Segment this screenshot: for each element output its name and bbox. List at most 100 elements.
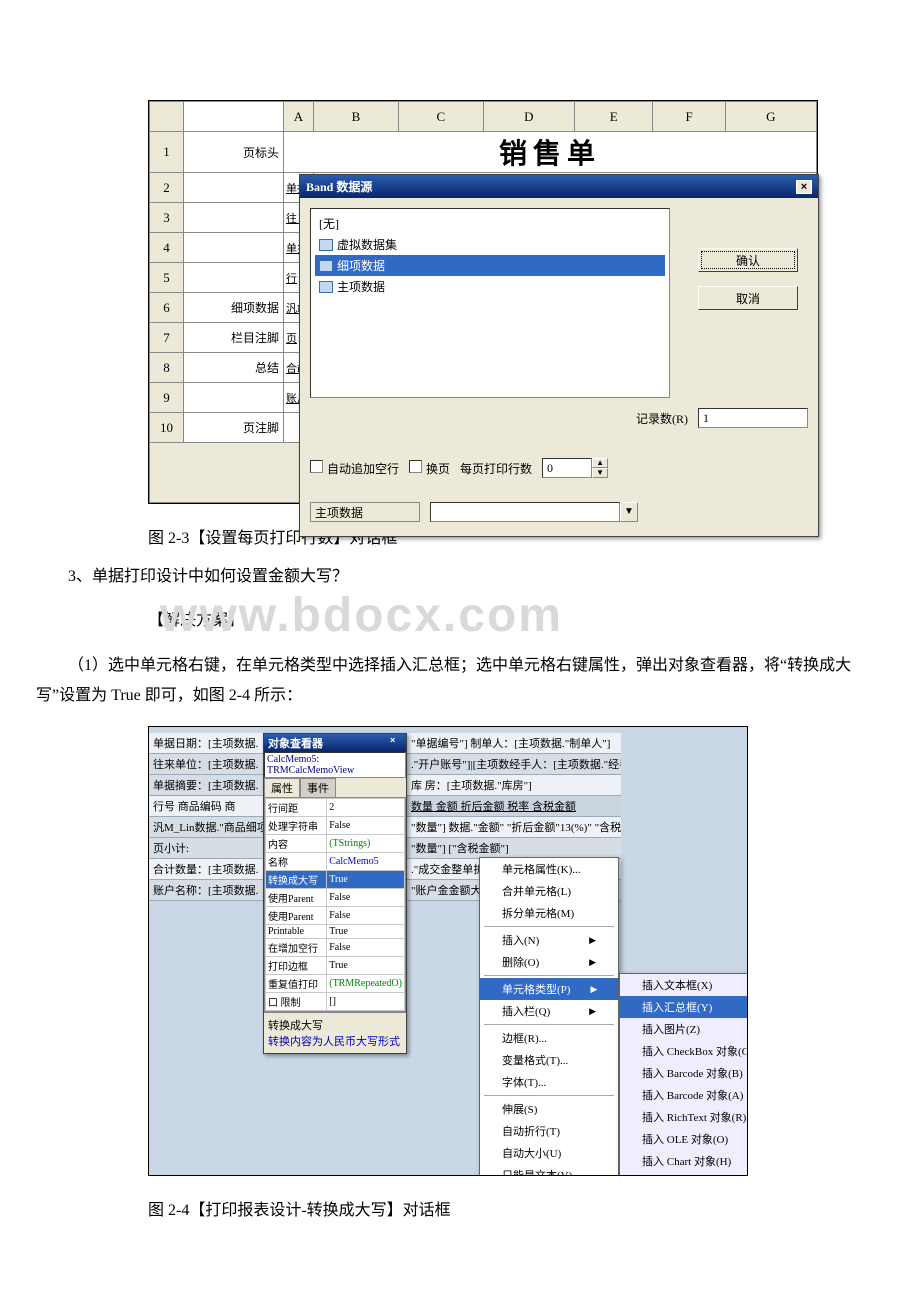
menu-item[interactable]: 插入 Barcode 对象(B) [620,1062,748,1084]
row-label [184,383,284,413]
menu-item[interactable]: 插入图片(Z) [620,1018,748,1040]
menu-item[interactable]: 插入 RichText 对象(R) [620,1106,748,1128]
inspector-object-selector[interactable]: CalcMemo5: TRMCalcMemoView [264,752,406,778]
menu-item[interactable]: 插入 OLE 对象(O) [620,1128,748,1150]
menu-item[interactable]: 伸展(S) [480,1098,618,1120]
menu-item[interactable]: 自动大小(U) [480,1142,618,1164]
designer-row[interactable]: "数量"] ["含税金额"] [407,838,621,859]
designer-row[interactable]: ."开户账号"]|[主项数经手人：[主项数据."经手人"] [407,754,621,775]
row-label: 页注脚 [184,413,284,443]
grid-corner2 [184,102,284,132]
prop-value[interactable]: False [327,816,405,834]
prop-name[interactable]: 使用Parent [266,906,327,924]
prop-name[interactable]: Printable [266,924,327,938]
list-item: [无] [315,213,665,234]
list-item-label[interactable]: 细项数据 [337,257,385,274]
prop-value[interactable]: (TRMRepeatedO) [327,974,405,992]
col-C[interactable]: C [398,102,483,132]
menu-item[interactable]: 插入 Barcode 对象(A) [620,1084,748,1106]
master-data-input[interactable] [430,502,620,522]
prop-value[interactable]: (TStrings) [327,834,405,852]
datasource-listbox[interactable]: [无] 虚拟数据集 细项数据 主项数据 [310,208,670,398]
spin-up-icon[interactable]: ▲ [592,458,608,468]
cell-type-submenu[interactable]: 插入文本框(X)插入汇总框(Y)插入图片(Z)插入 CheckBox 对象(C)… [619,973,748,1176]
menu-item[interactable]: 只能是文本(V) [480,1164,618,1176]
auto-blank-checkbox[interactable]: 自动追加空行 [310,460,399,477]
prop-value[interactable]: CalcMemo5 [327,852,405,870]
menu-item[interactable]: 拆分单元格(M) [480,902,618,924]
menu-item[interactable]: 插入 Chart 对象(H) [620,1150,748,1172]
menu-item[interactable]: 插入 DB Chart(D) [620,1172,748,1176]
prop-value[interactable]: [] [327,992,405,1010]
menu-item[interactable]: 插入(N) [480,929,618,951]
list-item-label[interactable]: 虚拟数据集 [337,236,397,253]
designer-row[interactable]: "数量"] 数据."金额" "折后金额"13(%)" "含税金额"] [407,817,621,838]
row-label [184,263,284,293]
dataset-icon [319,260,333,272]
menu-item[interactable]: 字体(T)... [480,1071,618,1093]
spin-down-icon[interactable]: ▼ [592,468,608,478]
menu-item[interactable]: 删除(O) [480,951,618,973]
page-break-checkbox[interactable]: 换页 [409,460,450,477]
tab-events[interactable]: 事件 [300,778,336,797]
master-data-label: 主项数据 [310,502,420,522]
list-item: 主项数据 [315,276,665,297]
col-B[interactable]: B [314,102,399,132]
prop-value[interactable]: False [327,888,405,906]
prop-name[interactable]: 名称 [266,852,327,870]
menu-item[interactable]: 合并单元格(L) [480,880,618,902]
tab-properties[interactable]: 属性 [264,778,300,797]
prop-name[interactable]: 使用Parent [266,888,327,906]
designer-row[interactable]: "单据编号"] 制单人：[主项数据."制单人"] [407,733,621,754]
cancel-button[interactable]: 取消 [698,286,798,310]
designer-row[interactable]: 库 房：[主项数据."库房"] [407,775,621,796]
prop-value[interactable]: True [327,924,405,938]
prop-name[interactable]: 在增加空行 [266,938,327,956]
menu-item[interactable]: 插入汇总框(Y) [620,996,748,1018]
prop-name[interactable]: 内容 [266,834,327,852]
prop-value[interactable]: False [327,906,405,924]
col-D[interactable]: D [483,102,574,132]
menu-item[interactable]: 自动折行(T) [480,1120,618,1142]
report-designer-with-inspector: 售单 单据日期：[主项数据.往来单位：[主项数据.单据摘要：[主项数据.行号 商… [148,726,748,1176]
dataset-icon [319,281,333,293]
prop-name[interactable]: 处理字符串 [266,816,327,834]
list-item-label[interactable]: 主项数据 [337,278,385,295]
col-G[interactable]: G [725,102,816,132]
prop-name[interactable]: 打印边框 [266,956,327,974]
menu-item[interactable]: 插入 CheckBox 对象(C) [620,1040,748,1062]
menu-item[interactable]: 单元格类型(P) [480,978,618,1000]
chevron-down-icon[interactable]: ▼ [620,502,638,522]
list-item-label[interactable]: [无] [319,215,339,232]
record-count-input[interactable]: 1 [698,408,808,428]
prop-name[interactable]: 转换成大写 [266,870,327,888]
designer-row[interactable]: 数量 金额 折后金额 税率 含税金额 [407,796,621,817]
menu-item[interactable]: 单元格属性(K)... [480,858,618,880]
prop-name[interactable]: 口 限制 [266,992,327,1010]
document-title-cell[interactable]: 销售单 [284,132,817,173]
ok-button[interactable]: 确认 [698,248,798,272]
menu-item[interactable]: 插入栏(Q) [480,1000,618,1022]
property-grid[interactable]: 行间距2处理字符串False内容(TStrings)名称CalcMemo5转换成… [264,797,406,1012]
prop-value[interactable]: 2 [327,798,405,816]
prop-name[interactable]: 行间距 [266,798,327,816]
auto-blank-label: 自动追加空行 [327,462,399,476]
col-A[interactable]: A [284,102,314,132]
prop-name[interactable]: 重复值打印 [266,974,327,992]
row-label: 栏目注脚 [184,323,284,353]
menu-item[interactable]: 变量格式(T)... [480,1049,618,1071]
menu-item[interactable]: 边框(R)... [480,1027,618,1049]
cell-context-menu[interactable]: 单元格属性(K)...合并单元格(L)拆分单元格(M) 插入(N)删除(O) 单元格… [479,857,619,1176]
col-F[interactable]: F [653,102,725,132]
lines-per-page-input[interactable]: 0 [542,458,592,478]
menu-item[interactable]: 插入文本框(X) [620,974,748,996]
prop-value[interactable]: False [327,938,405,956]
dialog-title: Band 数据源 [306,178,372,195]
col-E[interactable]: E [574,102,653,132]
prop-value[interactable]: True [327,956,405,974]
prop-value[interactable]: True [327,870,405,888]
close-icon[interactable]: × [796,180,812,194]
close-icon[interactable]: × [390,735,402,747]
grid-corner [150,102,184,132]
master-data-combo[interactable]: ▼ [430,502,638,522]
